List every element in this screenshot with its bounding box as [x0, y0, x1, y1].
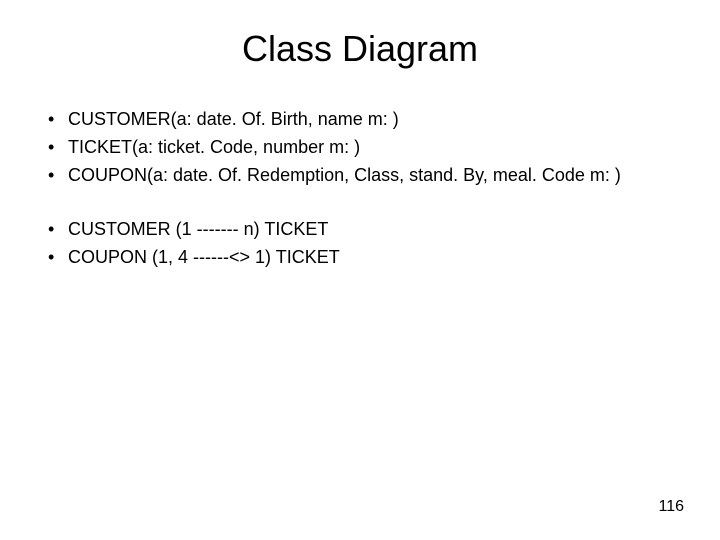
- page-title: Class Diagram: [32, 28, 688, 70]
- list-item: CUSTOMER (1 ------- n) TICKET: [44, 216, 688, 244]
- list-item: COUPON (1, 4 ------<> 1) TICKET: [44, 244, 688, 272]
- bullet-list-classes: CUSTOMER(a: date. Of. Birth, name m: ) T…: [32, 106, 688, 190]
- spacer: [32, 190, 688, 216]
- page-number: 116: [658, 498, 684, 516]
- list-item: CUSTOMER(a: date. Of. Birth, name m: ): [44, 106, 688, 134]
- slide: Class Diagram CUSTOMER(a: date. Of. Birt…: [0, 0, 720, 540]
- bullet-list-relations: CUSTOMER (1 ------- n) TICKET COUPON (1,…: [32, 216, 688, 272]
- list-item: COUPON(a: date. Of. Redemption, Class, s…: [44, 162, 688, 190]
- list-item: TICKET(a: ticket. Code, number m: ): [44, 134, 688, 162]
